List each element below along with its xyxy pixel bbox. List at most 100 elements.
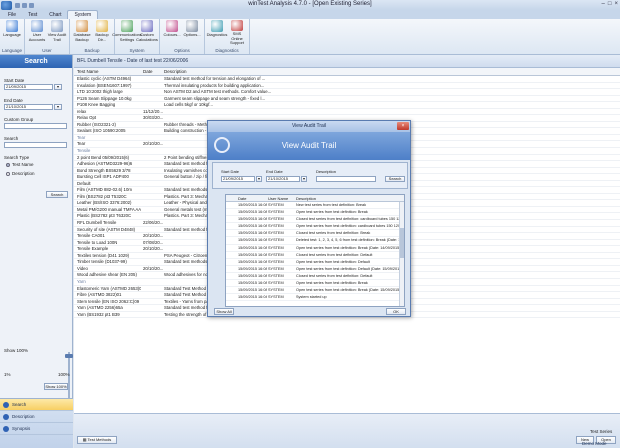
support-icon	[231, 20, 243, 32]
cell-name: Yarn (BS1932 pt1 B39	[77, 311, 120, 317]
options-button[interactable]: Options...	[182, 20, 202, 46]
audit-cell-user: SYSTEM	[268, 245, 284, 250]
ribbon-group-user: User Accounts View Audit Trail User	[25, 19, 70, 54]
language-button[interactable]: Language	[2, 20, 22, 46]
ok-button[interactable]: OK	[386, 308, 406, 315]
dialog-search-box: Start Date 21/09/2015 ▾ End Date 21/10/2…	[212, 162, 408, 189]
ribbon-group-label: User	[42, 48, 52, 53]
audit-row[interactable]: 15/09/2015 16:08 SYSTEM Open test series f…	[226, 209, 404, 217]
search-input[interactable]	[4, 142, 67, 148]
view-audit-trail-button[interactable]: View Audit Trail	[47, 20, 67, 46]
ribbon-button-label: Custom Calculations	[136, 32, 158, 42]
folder-icon	[96, 20, 108, 32]
minimize-icon[interactable]: –	[602, 1, 605, 7]
column-user-name[interactable]: User Name	[268, 195, 294, 202]
tab-system[interactable]: System	[67, 10, 99, 19]
info-icon	[3, 413, 9, 420]
audit-cell-desc: Open test series from test definition: c…	[296, 224, 400, 229]
show-100-button[interactable]: Show 100%	[44, 383, 68, 390]
audit-grid-scrollbar[interactable]	[399, 202, 404, 306]
column-audit-description[interactable]: Description	[296, 195, 400, 202]
audit-trail-icon	[51, 20, 63, 32]
tab-file[interactable]: File	[2, 11, 22, 19]
ribbon-group-label: Language	[1, 48, 23, 53]
audit-cell-date: 15/09/2015 16:08	[238, 203, 267, 207]
document-icon	[3, 425, 9, 432]
audit-row[interactable]: 15/09/2015 16:08 SYSTEM Open test series f…	[226, 266, 404, 273]
dialog-description-input[interactable]	[316, 176, 376, 182]
test-methods-button[interactable]: ▦ Test Methods	[77, 436, 117, 444]
start-date-dropdown-icon[interactable]: ▾	[54, 84, 62, 90]
audit-cell-desc: New test series from test definition: Br…	[296, 203, 367, 207]
dialog-banner: View Audit Trail	[208, 132, 410, 160]
audit-row[interactable]: 15/09/2015 16:08 SYSTEM Deleted test: 1, 2…	[226, 237, 404, 245]
communications-icon	[121, 20, 133, 32]
dialog-end-date-field[interactable]: 21/10/2015	[266, 176, 300, 182]
gear-icon	[186, 20, 198, 32]
user-accounts-button[interactable]: User Accounts	[27, 20, 47, 46]
dialog-start-date-field[interactable]: 21/09/2015	[221, 176, 255, 182]
audit-row[interactable]: 15/09/2015 16:08 SYSTEM Closed test series…	[226, 230, 404, 238]
audit-row[interactable]: 15/09/2015 16:08 SYSTEM Open test series f…	[226, 245, 404, 252]
audit-row[interactable]: 15/09/2015 16:08 SYSTEM New test series fr…	[226, 202, 404, 210]
start-date-field[interactable]: 21/09/2015	[4, 84, 53, 90]
audit-row[interactable]: 15/09/2015 16:08 SYSTEM Open test series f…	[226, 280, 404, 288]
end-date-field[interactable]: 21/10/2015	[4, 104, 53, 110]
dialog-close-icon[interactable]: ×	[397, 122, 409, 130]
magnifier-icon	[214, 137, 230, 153]
database-backup-button[interactable]: Database Backup	[72, 20, 92, 46]
nav-item-synopsis[interactable]: Synopsis	[0, 423, 73, 435]
custom-calculations-button[interactable]: Custom Calculations	[136, 20, 158, 46]
search-type-description[interactable]: Description	[6, 171, 35, 176]
audit-row[interactable]: 15/09/2015 16:08 SYSTEM Open test series f…	[226, 223, 404, 231]
maximize-icon[interactable]: □	[608, 1, 612, 7]
zoom-slider-thumb[interactable]	[65, 354, 73, 358]
sms-online-support-button[interactable]: SMS Online Support	[227, 20, 247, 46]
custom-group-select[interactable]	[4, 123, 67, 129]
column-test-name[interactable]: Test Name	[77, 68, 141, 76]
audit-cell-user: SYSTEM	[268, 231, 284, 236]
tab-chart[interactable]: Chart	[43, 11, 67, 19]
dialog-end-date-dropdown-icon[interactable]: ▾	[301, 176, 307, 182]
backup-dir-button[interactable]: Backup Dir...	[92, 20, 112, 46]
ribbon-button-label: SMS Online Support	[229, 31, 244, 46]
audit-row[interactable]: 15/09/2015 16:08 SYSTEM Closed test series…	[226, 216, 404, 224]
ribbon-group-diagnostics: Diagnostics SMS Online Support Diagnostics	[205, 19, 250, 54]
diagnostics-button[interactable]: Diagnostics	[207, 20, 227, 46]
audit-cell-date: 15/09/2015 16:08	[238, 231, 267, 236]
radio-icon[interactable]	[6, 171, 10, 176]
column-audit-date[interactable]: Date	[238, 195, 267, 202]
ribbon-group-label: Backup	[84, 48, 100, 53]
ribbon-button-label: Diagnostics	[206, 32, 228, 37]
audit-cell-desc: Open test series from test definition: B…	[296, 210, 368, 215]
ribbon-group-label: Diagnostics	[215, 48, 239, 53]
nav-item-search[interactable]: Search	[0, 399, 73, 411]
breadcrumb: BFL Dumbell Tensile - Date of last test …	[74, 55, 620, 68]
audit-row[interactable]: 15/09/2015 16:08 SYSTEM Closed test series…	[226, 252, 404, 259]
dialog-search-button[interactable]: Search	[385, 176, 405, 182]
close-icon[interactable]: ×	[614, 1, 618, 7]
audit-cell-date: 15/09/2015 16:08	[238, 238, 267, 243]
search-type-test-name[interactable]: Test Name	[6, 162, 34, 167]
audit-grid-header: Date User Name Description	[226, 195, 404, 202]
ribbon-group-backup: Database Backup Backup Dir... Backup	[70, 19, 115, 54]
nav-item-description[interactable]: Description	[0, 411, 73, 423]
tab-test[interactable]: Test	[22, 11, 43, 19]
search-button[interactable]: Search	[46, 191, 68, 198]
radio-selected-icon[interactable]	[6, 162, 10, 167]
end-date-dropdown-icon[interactable]: ▾	[54, 104, 62, 110]
scrollbar-thumb[interactable]	[400, 228, 404, 258]
ribbon-group-options: Colours... Options... Options	[160, 19, 205, 54]
audit-cell-desc: System started up	[296, 295, 327, 300]
column-description[interactable]: Description	[164, 68, 284, 76]
colours-button[interactable]: Colours...	[162, 20, 182, 46]
show-all-button[interactable]: Show All	[214, 308, 234, 315]
audit-cell-user: SYSTEM	[268, 295, 284, 300]
audit-row[interactable]: 15/09/2015 16:04 SYSTEM System started up	[226, 294, 404, 302]
dialog-start-date-dropdown-icon[interactable]: ▾	[256, 176, 262, 182]
audit-row[interactable]: 15/09/2015 16:08 SYSTEM Open test series f…	[226, 287, 404, 295]
column-date[interactable]: Date	[143, 68, 165, 76]
audit-row[interactable]: 15/09/2015 16:08 SYSTEM Open test series f…	[226, 259, 404, 266]
audit-row[interactable]: 15/09/2015 16:08 SYSTEM Closed test series…	[226, 273, 404, 281]
communications-settings-button[interactable]: Communications Settings	[112, 20, 142, 46]
